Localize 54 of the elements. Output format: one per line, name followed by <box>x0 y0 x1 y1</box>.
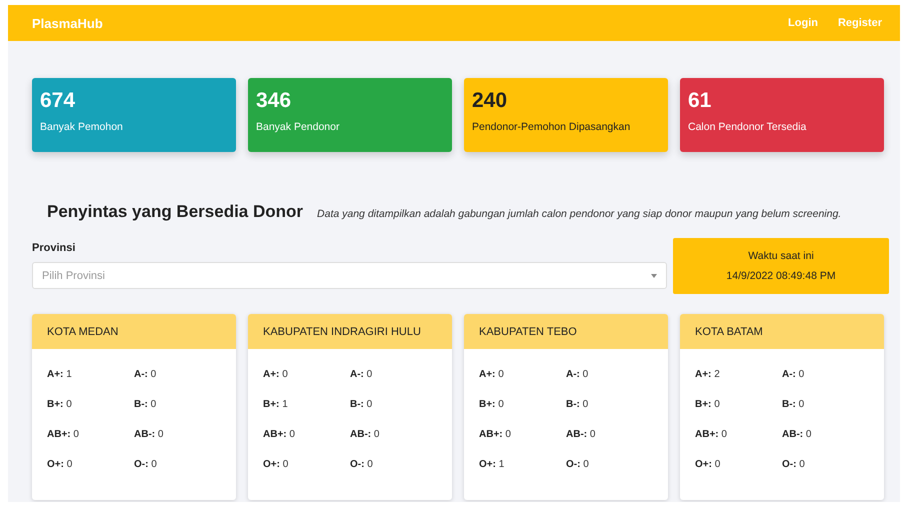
region-title: KOTA BATAM <box>680 314 884 349</box>
blood-count: B+: 1 <box>263 398 289 412</box>
blood-count: A+: 0 <box>479 368 505 382</box>
stat-label: Calon Pendonor Tersedia <box>688 121 808 133</box>
stat-value: 674 <box>40 89 76 113</box>
blood-count: B+: 0 <box>479 398 505 412</box>
field-label: Provinsi <box>32 242 76 254</box>
blood-count: AB+: 0 <box>479 428 512 442</box>
region-title: KABUPATEN TEBO <box>464 314 668 349</box>
blood-count: A-: 0 <box>134 368 158 382</box>
clock-label: Waktu saat ini <box>748 250 814 262</box>
stat-value: 61 <box>688 89 712 113</box>
blood-count: B-: 0 <box>566 398 590 412</box>
blood-count: O+: 0 <box>47 458 74 472</box>
blood-count: AB+: 0 <box>47 428 80 442</box>
stat-label: Banyak Pemohon <box>40 121 124 133</box>
blood-count: A+: 1 <box>47 368 73 382</box>
blood-count: B-: 0 <box>782 398 806 412</box>
stat-label: Pendonor-Pemohon Dipasangkan <box>472 121 632 133</box>
blood-count: O-: 0 <box>134 458 158 472</box>
blood-count: A+: 2 <box>695 368 721 382</box>
blood-count: O-: 0 <box>566 458 590 472</box>
brand-name[interactable]: PlasmaHub <box>32 16 103 30</box>
blood-count: O-: 0 <box>350 458 374 472</box>
stat-value: 346 <box>256 89 292 113</box>
blood-count: AB-: 0 <box>134 428 164 442</box>
blood-count: B+: 0 <box>695 398 721 412</box>
blood-count: O+: 0 <box>263 458 290 472</box>
section-title: Penyintas yang Bersedia Donor <box>47 202 304 222</box>
blood-count: AB-: 0 <box>350 428 380 442</box>
blood-count: B-: 0 <box>350 398 374 412</box>
province-select[interactable]: Pilih Provinsi <box>32 262 667 289</box>
blood-count: A-: 0 <box>350 368 374 382</box>
stat-value: 240 <box>472 89 508 113</box>
blood-count: A-: 0 <box>782 368 806 382</box>
section-note: Data yang ditampilkan adalah gabungan jumlah calon pendonor yang siap donor maupun yang belum screening. <box>317 208 842 220</box>
nav-link[interactable]: Register <box>838 17 882 29</box>
blood-count: B-: 0 <box>134 398 158 412</box>
blood-count: A+: 0 <box>263 368 289 382</box>
blood-count: O+: 0 <box>695 458 722 472</box>
blood-count: O-: 0 <box>782 458 806 472</box>
clock-value: 14/9/2022 08:49:48 PM <box>726 270 836 282</box>
stat-label: Banyak Pendonor <box>256 121 340 133</box>
blood-count: B+: 0 <box>47 398 73 412</box>
blood-count: A-: 0 <box>566 368 590 382</box>
nav-link[interactable]: Login <box>788 17 818 29</box>
caret-icon <box>651 274 657 278</box>
region-title: KABUPATEN INDRAGIRI HULU <box>248 314 452 349</box>
region-title: KOTA MEDAN <box>32 314 236 349</box>
blood-count: AB+: 0 <box>695 428 728 442</box>
blood-count: O+: 1 <box>479 458 506 472</box>
blood-count: AB-: 0 <box>566 428 596 442</box>
blood-count: AB-: 0 <box>782 428 812 442</box>
blood-count: AB+: 0 <box>263 428 296 442</box>
